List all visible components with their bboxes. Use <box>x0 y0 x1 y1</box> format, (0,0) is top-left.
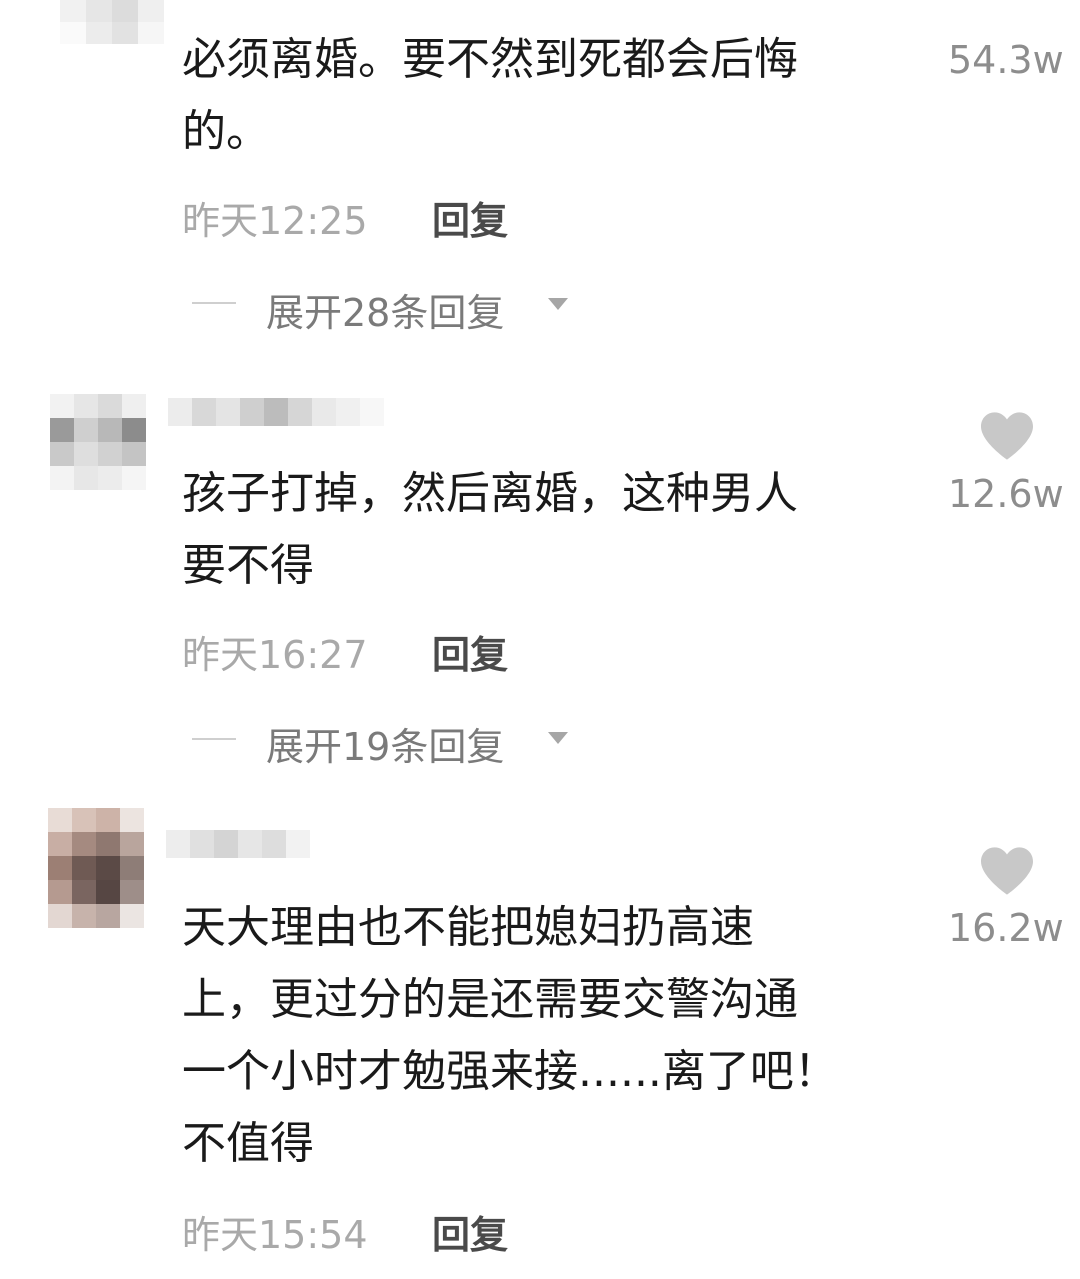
comment-text: 必须离婚。要不然到死都会后悔 的。 <box>182 24 798 168</box>
triangle-down-icon[interactable] <box>548 732 568 744</box>
comment-line: 必须离婚。要不然到死都会后悔 <box>182 34 798 85</box>
comment-line: 一个小时才勉强来接......离了吧！ <box>182 1046 838 1097</box>
like-count: 16.2w <box>948 906 1064 950</box>
comment-line: 上，更过分的是还需要交警沟通 <box>182 974 798 1025</box>
comment-line: 孩子打掉，然后离婚，这种男人 <box>182 468 798 519</box>
comment-text: 孩子打掉，然后离婚，这种男人 要不得 <box>182 458 798 602</box>
expand-replies-button[interactable]: 展开28条回复 <box>266 282 504 337</box>
heart-icon[interactable] <box>978 845 1036 897</box>
heart-icon[interactable] <box>978 410 1036 462</box>
timestamp: 昨天16:27 <box>182 633 368 677</box>
reply-button[interactable]: 回复 <box>432 190 508 245</box>
comment-line: 的。 <box>182 106 270 157</box>
comment-text: 天大理由也不能把媳妇扔高速 上，更过分的是还需要交警沟通 一个小时才勉强来接..… <box>182 892 838 1180</box>
divider-dash <box>192 738 236 740</box>
reply-button[interactable]: 回复 <box>432 1204 508 1259</box>
like-count: 54.3w <box>948 38 1064 82</box>
timestamp: 昨天15:54 <box>182 1213 368 1257</box>
reply-button[interactable]: 回复 <box>432 624 508 679</box>
comment-line: 要不得 <box>182 540 314 591</box>
like-count: 12.6w <box>948 472 1064 516</box>
divider-dash <box>192 302 236 304</box>
triangle-down-icon[interactable] <box>548 298 568 310</box>
avatar[interactable] <box>60 0 164 44</box>
username[interactable] <box>166 830 310 858</box>
timestamp: 昨天12:25 <box>182 199 368 243</box>
comment-line: 不值得 <box>182 1118 314 1169</box>
avatar[interactable] <box>50 394 146 490</box>
username[interactable] <box>168 398 384 426</box>
comment-line: 天大理由也不能把媳妇扔高速 <box>182 902 754 953</box>
expand-replies-button[interactable]: 展开19条回复 <box>266 716 504 771</box>
avatar[interactable] <box>48 808 144 928</box>
